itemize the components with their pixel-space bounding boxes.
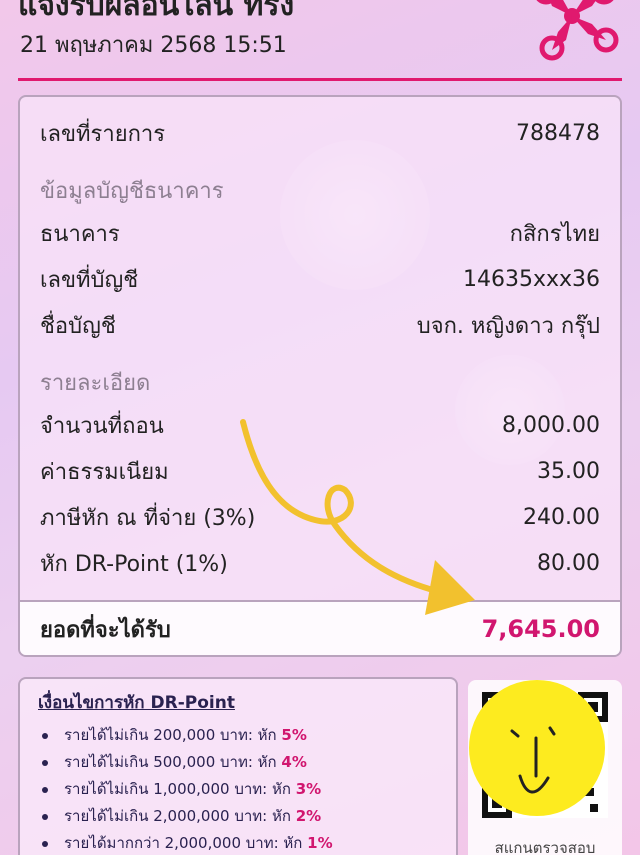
condition-percent: 1% <box>307 834 333 852</box>
condition-percent: 3% <box>295 780 322 798</box>
total-value: 7,645.00 <box>481 615 600 643</box>
condition-text: รายได้ไม่เกิน 500,000 บาท: หัก <box>64 753 277 771</box>
condition-item: รายได้ไม่เกิน 1,000,000 บาท: หัก 3% <box>38 776 442 803</box>
condition-percent: 5% <box>281 726 307 744</box>
page-title: แจ้งรับผลอนไลน์ ทรง <box>18 0 295 23</box>
pinwheel-logo-icon <box>536 0 619 61</box>
withdraw-amount-label: จำนวนที่ถอน <box>40 413 164 439</box>
account-name-row: ชื่อบัญชี บจก. หญิงดาว กรุ๊ป <box>40 309 600 341</box>
account-name-value: บจก. หญิงดาว กรุ๊ป <box>416 313 600 339</box>
condition-item: รายได้ไม่เกิน 500,000 บาท: หัก 4% <box>38 749 442 776</box>
account-number-label: เลขที่บัญชี <box>40 267 139 293</box>
withholding-tax-label: ภาษีหัก ณ ที่จ่าย (3%) <box>40 505 256 531</box>
smiley-face-sticker-icon <box>469 680 605 816</box>
transaction-id-label: เลขที่รายการ <box>40 121 166 147</box>
bank-section-heading: ข้อมูลบัญชีธนาคาร <box>40 179 224 204</box>
condition-percent: 4% <box>281 753 307 771</box>
total-row: ยอดที่จะได้รับ 7,645.00 <box>40 609 600 649</box>
dr-point-conditions-box: เงื่อนไขการหัก DR-Point รายได้ไม่เกิน 20… <box>18 677 458 855</box>
total-label: ยอดที่จะได้รับ <box>40 617 171 643</box>
condition-item: รายได้ไม่เกิน 2,000,000 บาท: หัก 2% <box>38 803 442 830</box>
bank-value: กสิกรไทย <box>509 221 600 247</box>
condition-text: รายได้ไม่เกิน 1,000,000 บาท: หัก <box>64 780 291 798</box>
withdraw-amount-value: 8,000.00 <box>502 412 600 438</box>
condition-item: รายได้ไม่เกิน 200,000 บาท: หัก 5% <box>38 722 442 749</box>
dr-point-value: 80.00 <box>537 550 600 576</box>
fee-value: 35.00 <box>537 458 600 484</box>
account-number-value: 14635xxx36 <box>462 266 600 292</box>
condition-text: รายได้มากกว่า 2,000,000 บาท: หัก <box>64 834 303 852</box>
withholding-tax-row: ภาษีหัก ณ ที่จ่าย (3%) 240.00 <box>40 501 600 533</box>
account-number-row: เลขที่บัญชี 14635xxx36 <box>40 263 600 295</box>
withdraw-amount-row: จำนวนที่ถอน 8,000.00 <box>40 409 600 441</box>
receipt-card: เลขที่รายการ 788478 ข้อมูลบัญชีธนาคาร ธน… <box>18 95 622 657</box>
header-divider <box>18 78 622 81</box>
withholding-tax-value: 240.00 <box>523 504 600 530</box>
dr-point-row: หัก DR-Point (1%) 80.00 <box>40 547 600 579</box>
condition-item: รายได้มากกว่า 2,000,000 บาท: หัก 1% <box>38 830 442 855</box>
conditions-title: เงื่อนไขการหัก DR-Point <box>38 693 235 713</box>
bank-label: ธนาคาร <box>40 221 120 247</box>
bank-row: ธนาคาร กสิกรไทย <box>40 217 600 249</box>
fee-row: ค่าธรรมเนียม 35.00 <box>40 455 600 487</box>
fee-label: ค่าธรรมเนียม <box>40 459 169 485</box>
receipt-datetime: 21 พฤษภาคม 2568 15:51 <box>20 33 287 58</box>
dr-point-label: หัก DR-Point (1%) <box>40 551 228 577</box>
condition-text: รายได้ไม่เกิน 2,000,000 บาท: หัก <box>64 807 291 825</box>
conditions-list: รายได้ไม่เกิน 200,000 บาท: หัก 5% รายได้… <box>38 722 442 855</box>
qr-caption: สแกนตรวจสอบ <box>494 839 596 855</box>
details-section-heading: รายละเอียด <box>40 371 151 396</box>
receipt-header: แจ้งรับผลอนไลน์ ทรง 21 พฤษภาคม 2568 15:5… <box>0 0 640 82</box>
transaction-id-value: 788478 <box>516 120 600 146</box>
account-name-label: ชื่อบัญชี <box>40 313 116 339</box>
condition-text: รายได้ไม่เกิน 200,000 บาท: หัก <box>64 726 277 744</box>
transaction-id-row: เลขที่รายการ 788478 <box>40 117 600 149</box>
condition-percent: 2% <box>295 807 322 825</box>
